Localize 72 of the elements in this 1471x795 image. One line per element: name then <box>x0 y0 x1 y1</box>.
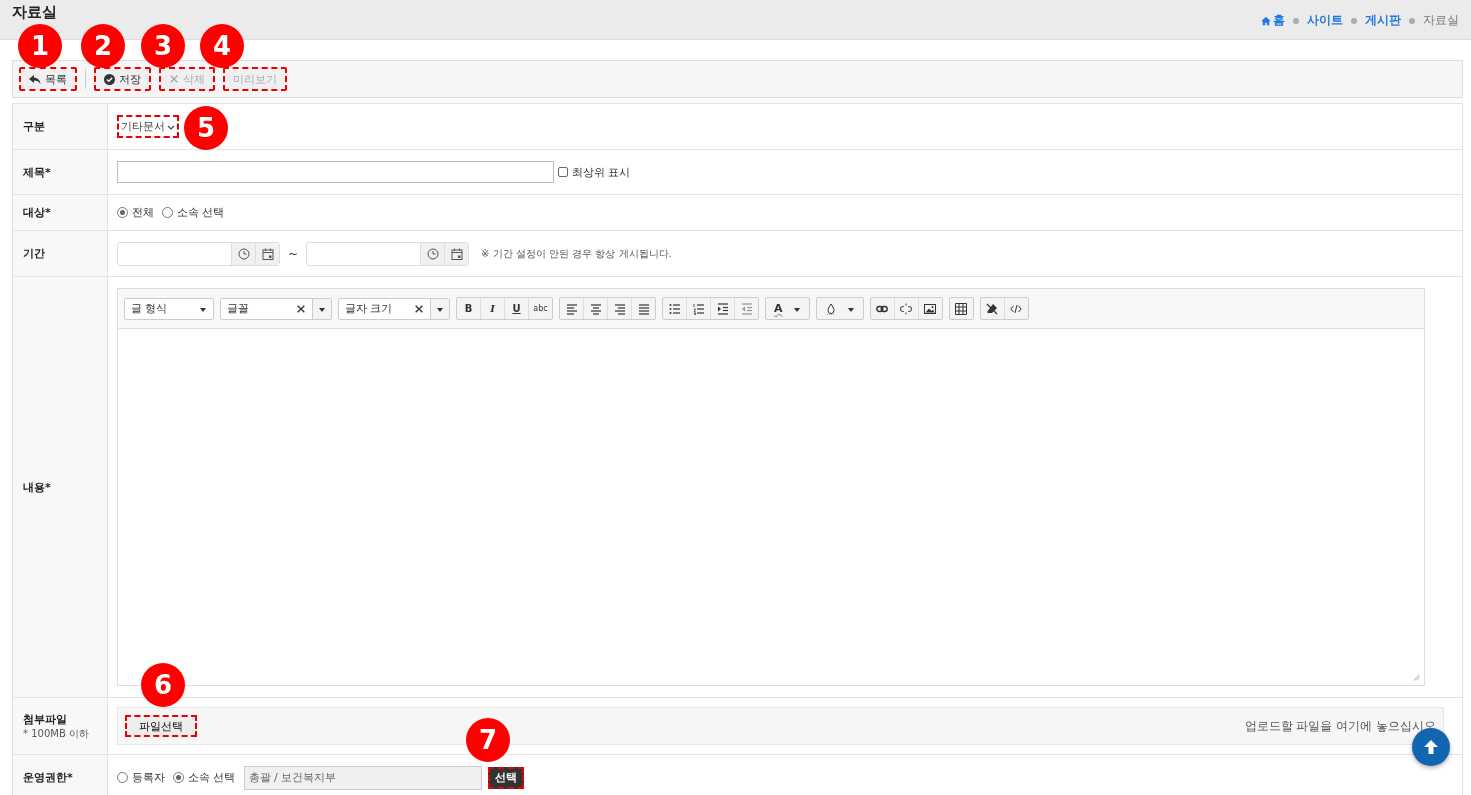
step-marker: 5 <box>184 106 228 150</box>
radio-button[interactable] <box>162 207 173 218</box>
back-button[interactable]: 목록 <box>19 67 77 91</box>
radio-button[interactable] <box>117 207 128 218</box>
clear-icon <box>296 303 306 314</box>
check-circle-icon <box>104 73 115 85</box>
highlight-color-button[interactable] <box>815 297 864 320</box>
period-note: ※ 기간 설정이 안된 경우 항상 게시됩니다. <box>481 246 672 261</box>
date-field[interactable] <box>306 241 470 266</box>
save-button[interactable]: 저장 <box>94 67 151 91</box>
bullet-list-icon <box>668 302 681 315</box>
breadcrumb-link[interactable]: 사이트 <box>1307 12 1343 29</box>
file-select-button[interactable]: 파일선택 <box>125 715 197 737</box>
numbered-list-icon <box>692 302 705 315</box>
editor-dropdown[interactable]: 글꼴 <box>220 297 332 320</box>
arrow-up-icon <box>1423 739 1439 755</box>
breadcrumb-link[interactable]: 게시판 <box>1365 12 1401 29</box>
image-icon <box>924 302 936 315</box>
field-label: 운영권한* <box>23 770 74 785</box>
radio-label: 소속 선택 <box>188 770 236 785</box>
field-label: 제목* <box>23 164 52 180</box>
field-label: 기간 <box>23 246 46 261</box>
unlink-icon <box>900 302 912 315</box>
calendar-icon <box>261 247 274 260</box>
breadcrumb-current[interactable]: 자료실 <box>1423 12 1459 29</box>
home-icon <box>1261 15 1271 26</box>
format-button[interactable]: B <box>457 298 481 319</box>
radio-label: 등록자 <box>132 770 165 785</box>
indent-icon <box>716 302 729 315</box>
field-label: 첨부파일 <box>23 711 68 727</box>
clock-icon <box>426 247 439 260</box>
close-icon <box>169 74 179 84</box>
editor-dropdown[interactable]: 글자 크기 <box>338 297 450 320</box>
align-left-icon <box>565 302 578 315</box>
date-field[interactable] <box>117 241 280 266</box>
font-color-button[interactable]: A <box>765 297 810 320</box>
radio-label: 전체 <box>132 205 154 220</box>
editor-dropdown[interactable]: 글 형식 <box>124 297 214 320</box>
justify-icon <box>637 302 650 315</box>
select-button[interactable]: 선택 <box>487 766 524 789</box>
calendar-icon <box>450 247 463 260</box>
page-title: 자료실 <box>12 3 57 21</box>
resize-handle-icon <box>1412 673 1422 683</box>
format-button[interactable]: abc <box>529 298 552 319</box>
align-right-icon <box>613 302 626 315</box>
drop-icon <box>824 302 837 315</box>
range-separator: ~ <box>288 246 299 261</box>
radio-button[interactable] <box>117 772 128 783</box>
eraser-icon <box>986 302 998 315</box>
checkbox-label: 최상위 표시 <box>572 164 631 180</box>
category-select[interactable]: 기타문서 <box>117 115 179 138</box>
clock-icon <box>237 247 250 260</box>
drop-hint: 업로드할 파일을 여기에 놓으십시오 <box>1244 717 1436 735</box>
radio-button[interactable] <box>173 772 184 783</box>
field-hint: * 100MB 이하 <box>23 726 90 741</box>
table-button[interactable] <box>948 297 974 320</box>
field-label: 대상* <box>23 205 52 220</box>
format-button[interactable]: I <box>481 298 505 319</box>
table-icon <box>955 302 967 315</box>
checkbox[interactable] <box>558 167 568 177</box>
title-input[interactable] <box>117 161 554 183</box>
department-field: 총괄 / 보건복지부 <box>243 765 482 790</box>
breadcrumb-link[interactable]: 홈 <box>1261 12 1285 29</box>
field-label: 구분 <box>23 119 46 134</box>
code-icon <box>1010 302 1022 315</box>
clear-icon <box>414 303 424 314</box>
field-label: 내용* <box>23 479 52 495</box>
format-button[interactable]: U <box>505 298 529 319</box>
align-center-icon <box>589 302 602 315</box>
reply-icon <box>29 73 41 85</box>
radio-label: 소속 선택 <box>177 205 225 220</box>
outdent-icon <box>740 302 753 315</box>
